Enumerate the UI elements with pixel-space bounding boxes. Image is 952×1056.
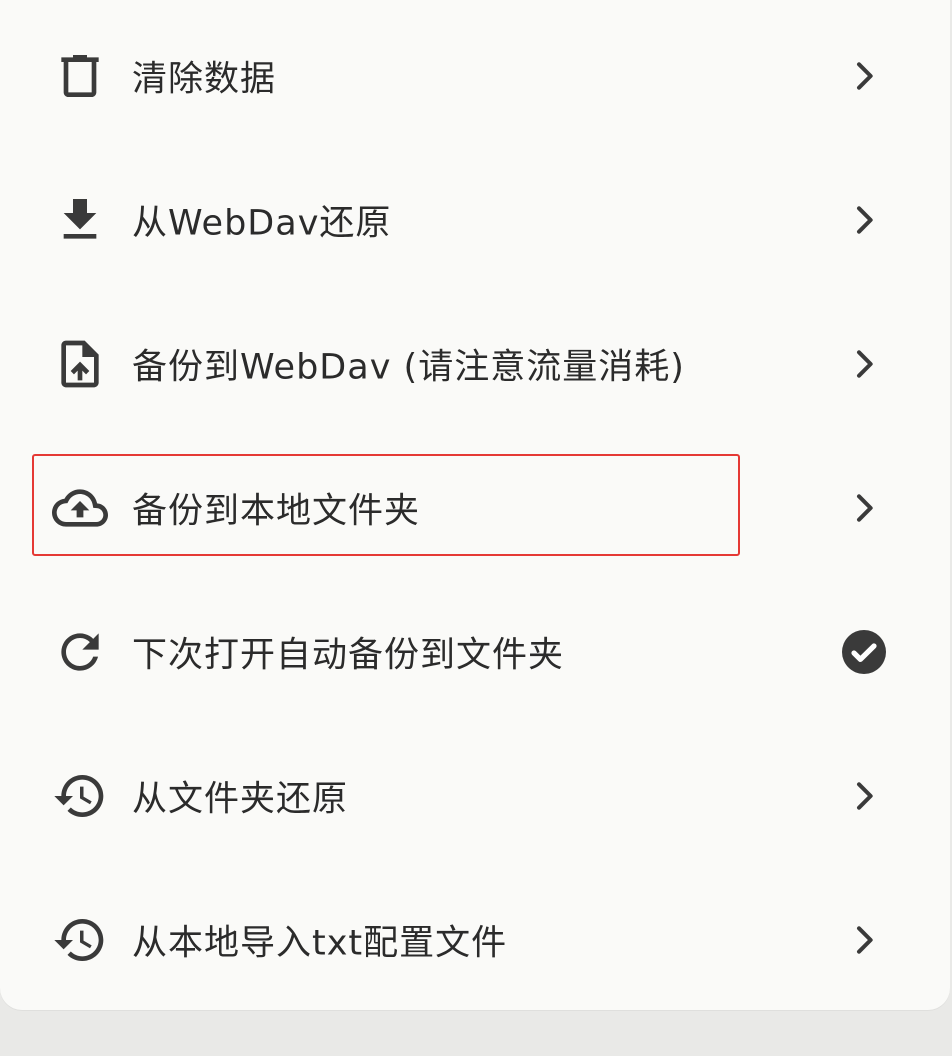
chevron-right-icon [840,916,888,964]
history-icon [52,768,108,824]
backup-menu: 清除数据 从WebDav还原 备份到WebDav (请注意流量消耗) 备份到本地… [0,4,950,1012]
menu-item-restore-webdav[interactable]: 从WebDav还原 [0,148,950,292]
menu-item-label: 从文件夹还原 [132,779,349,820]
refresh-icon [52,624,108,680]
menu-item-auto-backup[interactable]: 下次打开自动备份到文件夹 [0,580,950,724]
menu-item-import-txt[interactable]: 从本地导入txt配置文件 [0,868,950,1012]
menu-item-backup-local-folder[interactable]: 备份到本地文件夹 [0,436,950,580]
chevron-right-icon [840,772,888,820]
trash-icon [52,48,108,104]
menu-item-clear-data[interactable]: 清除数据 [0,4,950,148]
menu-item-label: 备份到WebDav (请注意流量消耗) [132,347,685,388]
history-icon [52,912,108,968]
menu-item-label: 从WebDav还原 [132,203,392,244]
chevron-right-icon [840,484,888,532]
cloud-upload-icon [52,480,108,536]
download-icon [52,192,108,248]
menu-item-label: 从本地导入txt配置文件 [132,923,508,964]
chevron-right-icon [840,52,888,100]
menu-item-backup-webdav[interactable]: 备份到WebDav (请注意流量消耗) [0,292,950,436]
file-upload-icon [52,336,108,392]
menu-item-label: 下次打开自动备份到文件夹 [132,635,565,676]
menu-item-label: 备份到本地文件夹 [132,491,421,532]
chevron-right-icon [840,340,888,388]
settings-sheet: 清除数据 从WebDav还原 备份到WebDav (请注意流量消耗) 备份到本地… [0,0,950,1010]
chevron-right-icon [840,196,888,244]
menu-item-restore-folder[interactable]: 从文件夹还原 [0,724,950,868]
menu-item-label: 清除数据 [132,59,277,100]
check-circle-icon[interactable] [840,628,888,676]
